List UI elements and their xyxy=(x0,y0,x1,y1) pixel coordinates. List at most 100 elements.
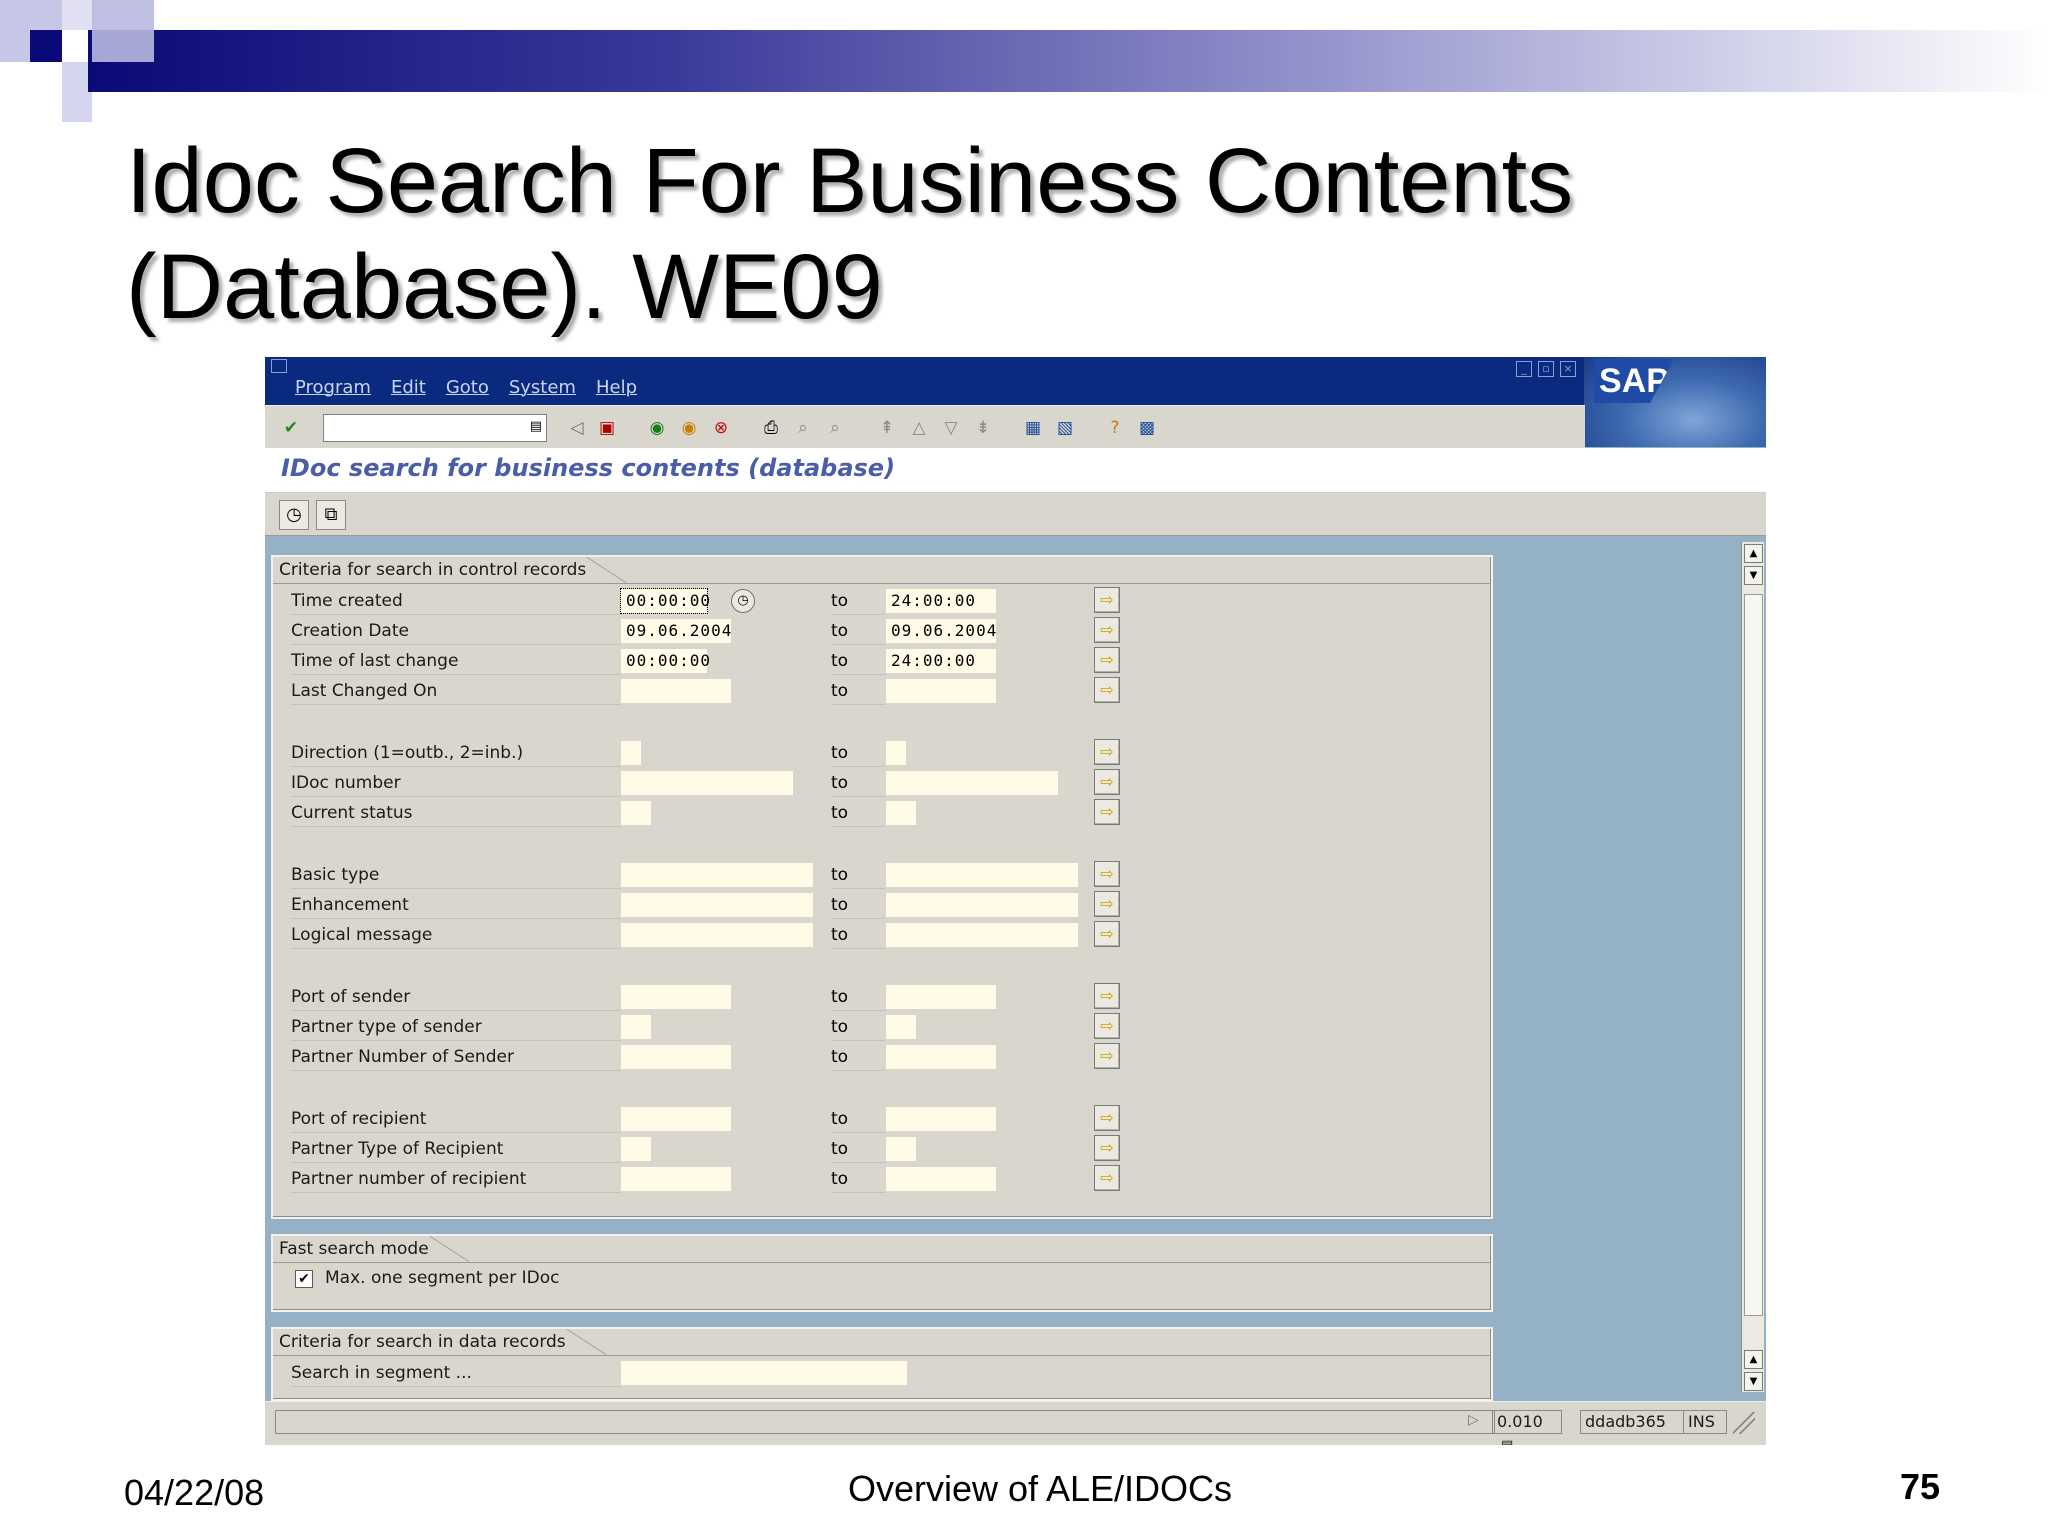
slide-title-line: (Database). WE09 xyxy=(126,236,883,338)
data-criteria-group: Criteria for search in data records Sear… xyxy=(271,1327,1493,1401)
to-label: to xyxy=(831,799,886,827)
from-input[interactable] xyxy=(621,1137,651,1161)
multiple-selection-icon[interactable]: ⇨ xyxy=(1094,617,1120,643)
to-input[interactable] xyxy=(886,679,996,703)
multiple-selection-icon[interactable]: ⇨ xyxy=(1094,1013,1120,1039)
to-input[interactable] xyxy=(886,863,1078,887)
from-input[interactable] xyxy=(621,1167,731,1191)
from-input[interactable] xyxy=(621,863,813,887)
from-input[interactable] xyxy=(621,985,731,1009)
to-input[interactable] xyxy=(886,1015,916,1039)
back-icon[interactable]: ◁ xyxy=(565,416,589,440)
to-input[interactable] xyxy=(886,985,996,1009)
menu-system[interactable]: System xyxy=(509,377,576,398)
to-input[interactable] xyxy=(886,893,1078,917)
multiple-selection-icon[interactable]: ⇨ xyxy=(1094,1135,1120,1161)
menu-program[interactable]: Program xyxy=(295,377,371,398)
from-input[interactable] xyxy=(621,679,731,703)
shortcut-icon[interactable]: ▧ xyxy=(1053,416,1077,440)
multiple-selection-icon[interactable]: ⇨ xyxy=(1094,921,1120,947)
prev-page-icon[interactable]: △ xyxy=(907,416,931,440)
from-input[interactable] xyxy=(621,801,651,825)
group-title-line xyxy=(273,1355,1491,1356)
to-input[interactable] xyxy=(886,741,906,765)
multiple-selection-icon[interactable]: ⇨ xyxy=(1094,587,1120,613)
save-icon[interactable]: ▣ xyxy=(595,416,619,440)
sap-logo: SAP xyxy=(1594,359,1674,403)
from-input[interactable] xyxy=(621,893,813,917)
execute-icon[interactable]: ◷ xyxy=(279,500,309,530)
to-input[interactable] xyxy=(886,771,1058,795)
command-field[interactable]: ▤ xyxy=(323,414,547,442)
menu-goto[interactable]: Goto xyxy=(446,377,489,398)
field-label: Time created xyxy=(291,587,621,615)
from-input[interactable]: 09.06.2004 xyxy=(621,619,731,643)
command-history-icon[interactable]: ▤ xyxy=(530,419,542,434)
multiple-selection-icon[interactable]: ⇨ xyxy=(1094,677,1120,703)
close-icon[interactable]: × xyxy=(1560,361,1576,377)
from-input[interactable] xyxy=(621,1107,731,1131)
multiple-selection-icon[interactable]: ⇨ xyxy=(1094,1105,1120,1131)
minimize-icon[interactable]: _ xyxy=(1516,361,1532,377)
scroll-thumb[interactable] xyxy=(1744,594,1763,1316)
to-input[interactable] xyxy=(886,1167,996,1191)
to-input[interactable]: 24:00:00 xyxy=(886,589,996,613)
status-expand-icon[interactable]: ▷ xyxy=(1468,1412,1479,1428)
multiple-selection-icon[interactable]: ⇨ xyxy=(1094,1043,1120,1069)
system-info-icon[interactable]: ▤ xyxy=(1501,1438,1513,1445)
time-help-icon[interactable]: ◷ xyxy=(731,589,755,613)
help-icon[interactable]: ? xyxy=(1103,416,1127,440)
multiple-selection-icon[interactable]: ⇨ xyxy=(1094,739,1120,765)
scroll-page-down-icon[interactable]: ▼ xyxy=(1744,566,1763,585)
to-input[interactable] xyxy=(886,1045,996,1069)
multiple-selection-icon[interactable]: ⇨ xyxy=(1094,647,1120,673)
to-input[interactable] xyxy=(886,1137,916,1161)
multiple-selection-icon[interactable]: ⇨ xyxy=(1094,891,1120,917)
from-input[interactable]: 00:00:00 xyxy=(621,649,710,673)
cancel-icon[interactable]: ⊗ xyxy=(709,416,733,440)
window-menu-icon[interactable] xyxy=(271,359,287,373)
multiple-selection-icon[interactable]: ⇨ xyxy=(1094,983,1120,1009)
from-input[interactable] xyxy=(621,771,793,795)
group-title: Criteria for search in data records xyxy=(279,1329,606,1355)
from-input[interactable] xyxy=(621,741,641,765)
to-input[interactable] xyxy=(886,1107,996,1131)
search-in-segment-input[interactable] xyxy=(621,1361,907,1385)
enter-icon[interactable]: ✔ xyxy=(279,416,303,440)
copy-icon[interactable]: ⧉ xyxy=(316,500,346,530)
scroll-page-up-icon[interactable]: ▲ xyxy=(1744,1350,1763,1369)
title-bar: IDoc search for business contents (datab… xyxy=(265,448,1766,493)
control-criteria-group: Criteria for search in control records T… xyxy=(271,555,1493,1219)
field-label: Enhancement xyxy=(291,891,621,919)
scroll-down-icon[interactable]: ▼ xyxy=(1744,1372,1763,1391)
to-input[interactable] xyxy=(886,801,916,825)
multiple-selection-icon[interactable]: ⇨ xyxy=(1094,799,1120,825)
last-page-icon[interactable]: ⇟ xyxy=(971,416,995,440)
back-green-icon[interactable]: ◉ xyxy=(645,416,669,440)
to-input[interactable]: 09.06.2004 xyxy=(886,619,996,643)
multiple-selection-icon[interactable]: ⇨ xyxy=(1094,769,1120,795)
next-page-icon[interactable]: ▽ xyxy=(939,416,963,440)
restore-icon[interactable]: ▫ xyxy=(1538,361,1554,377)
customize-layout-icon[interactable]: ▩ xyxy=(1135,416,1159,440)
menu-help[interactable]: Help xyxy=(596,377,637,398)
exit-icon[interactable]: ◉ xyxy=(677,416,701,440)
multiple-selection-icon[interactable]: ⇨ xyxy=(1094,1165,1120,1191)
menu-edit[interactable]: Edit xyxy=(391,377,426,398)
from-input[interactable] xyxy=(621,1045,731,1069)
first-page-icon[interactable]: ⇞ xyxy=(875,416,899,440)
vertical-scrollbar[interactable]: ▲ ▼ ▲ ▼ xyxy=(1741,542,1764,1392)
to-input[interactable] xyxy=(886,923,1078,947)
from-input[interactable]: 00:00:00 xyxy=(620,588,710,614)
scroll-up-icon[interactable]: ▲ xyxy=(1744,544,1763,563)
from-input[interactable] xyxy=(621,923,813,947)
find-icon[interactable]: ⌕ xyxy=(791,416,815,440)
to-input[interactable]: 24:00:00 xyxy=(886,649,996,673)
multiple-selection-icon[interactable]: ⇨ xyxy=(1094,861,1120,887)
resize-grip-icon[interactable] xyxy=(1733,1412,1755,1434)
create-session-icon[interactable]: ▦ xyxy=(1021,416,1045,440)
from-input[interactable] xyxy=(621,1015,651,1039)
max-one-segment-checkbox[interactable]: ✔ xyxy=(295,1270,313,1288)
find-next-icon[interactable]: ⌕ xyxy=(823,416,847,440)
print-icon[interactable]: ⎙ xyxy=(759,416,783,440)
